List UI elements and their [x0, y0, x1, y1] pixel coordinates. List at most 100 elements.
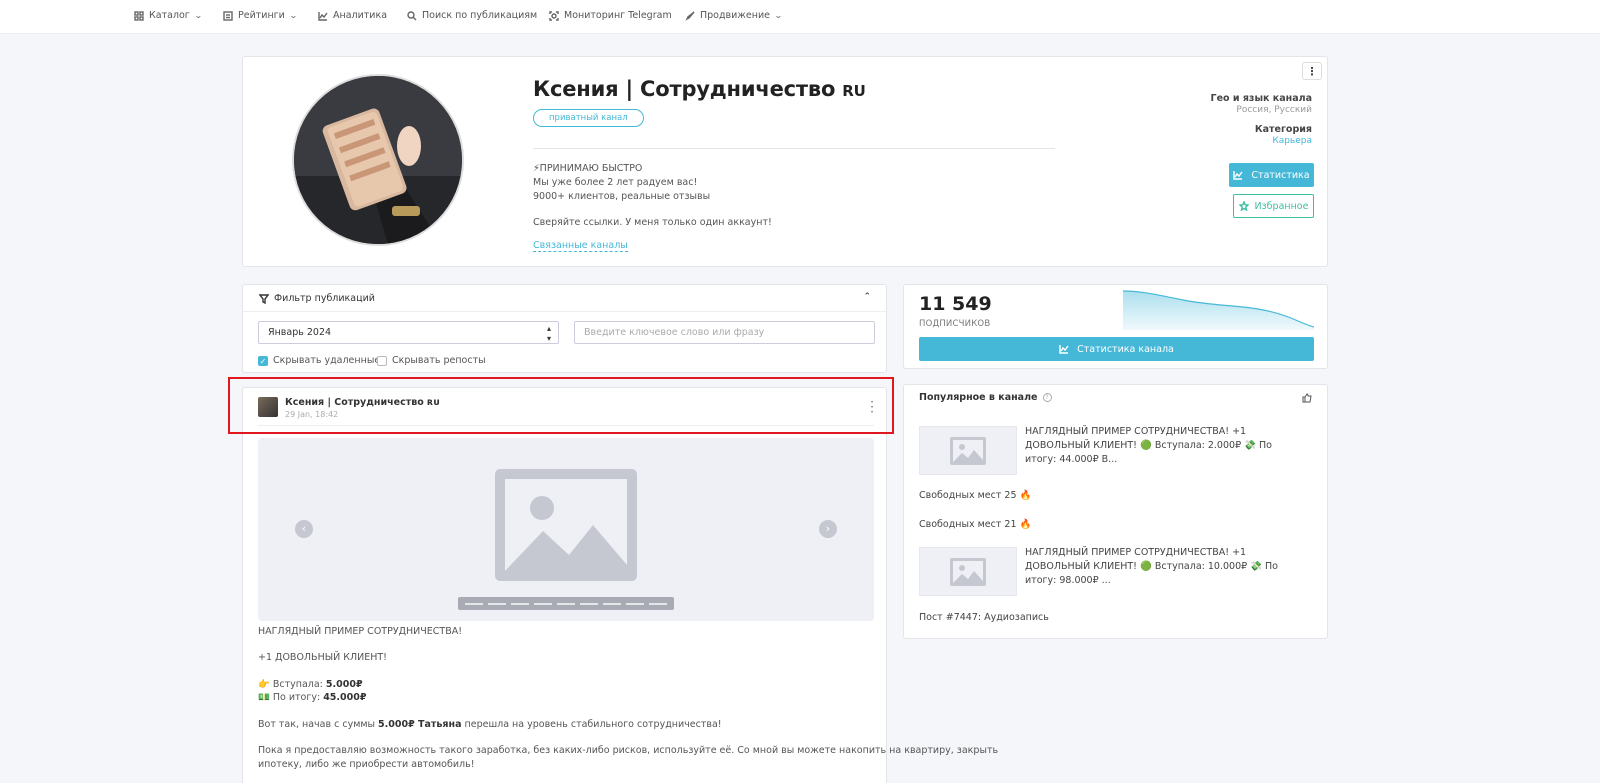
rocket-icon [685, 10, 695, 21]
category-link[interactable]: Карьера [1272, 136, 1312, 146]
gallery-dot[interactable] [556, 602, 575, 605]
popular-item[interactable]: Пост #7447: Аудиозапись [919, 612, 1049, 623]
keyword-input[interactable]: Введите ключевое слово или фразу [574, 321, 875, 344]
month-select-value: Январь 2024 [268, 327, 332, 338]
post-text-line: +1 ДОВОЛЬНЫЙ КЛИЕНТ! [258, 652, 387, 663]
total-label: 💵 По итогу: [258, 692, 324, 703]
story-bold: 5.000₽ Татьяна [378, 719, 462, 730]
entry-value: 5.000₽ [325, 679, 363, 690]
gallery-dot[interactable] [533, 602, 552, 605]
nav-monitoring[interactable]: Мониторинг Telegram [549, 10, 672, 21]
post-card: Ксения | Сотрудничество ʀᴜ 29 Jan, 18:42… [242, 387, 998, 783]
top-navigation: Каталог ⌄ Рейтинги ⌄ Аналитика Поиск по … [0, 0, 1600, 34]
filter-card: Фильтр публикаций ⌃ Январь 2024 ▴ ▾ Введи… [242, 284, 887, 373]
channel-title-text: Ксения | Сотрудничество [533, 77, 836, 101]
grid-icon [134, 10, 144, 21]
description-line: 9000+ клиентов, реальные отзывы [533, 191, 711, 202]
chevron-down-icon: ⌄ [193, 11, 203, 20]
description-line: Мы уже более 2 лет радуем вас! [533, 177, 698, 188]
nav-promotion-label: Продвижение [700, 10, 770, 21]
statistics-button[interactable]: Статистика [1229, 163, 1314, 187]
collapse-icon[interactable]: ⌃ [863, 292, 871, 302]
subscriber-label: ПОДПИСЧИКОВ [919, 319, 991, 329]
geo-label: Гео и язык канала [1210, 93, 1312, 104]
gallery-dot[interactable] [649, 602, 668, 605]
nav-catalog[interactable]: Каталог ⌄ [134, 10, 203, 21]
channel-title: Ксения | Сотрудничество RU [533, 77, 866, 101]
gallery-dot[interactable] [464, 602, 483, 605]
hide-deleted-label: Скрывать удаленные [273, 355, 381, 366]
image-placeholder-icon [950, 557, 986, 586]
post-entry-line: 👉 Вступала: 5.000₽ [258, 679, 363, 690]
post-story-line: Вот так, начав с суммы 5.000₽ Татьяна пе… [258, 719, 722, 730]
channel-card: Ксения | Сотрудничество RU приватный кан… [242, 56, 1328, 267]
popular-item[interactable]: НАГЛЯДНЫЙ ПРИМЕР СОТРУДНИЧЕСТВА! +1 ДОВО… [1025, 425, 1305, 467]
channel-statistics-button[interactable]: Статистика канала [919, 337, 1314, 361]
help-icon[interactable]: ? [1042, 393, 1052, 402]
total-value: 45.000₽ [323, 692, 367, 703]
gallery-prev-button[interactable]: ‹ [295, 520, 313, 538]
divider [533, 148, 1055, 149]
nav-promotion[interactable]: Продвижение ⌄ [685, 10, 783, 21]
popular-title-text: Популярное в канале [919, 392, 1038, 403]
channel-statistics-button-label: Статистика канала [1077, 343, 1174, 355]
checkbox-empty-icon [377, 355, 387, 366]
more-options-button[interactable]: ⋮ [1302, 62, 1322, 80]
chevron-down-icon: ⌄ [773, 11, 783, 20]
chart-icon [1233, 171, 1243, 180]
nav-analytics-label: Аналитика [333, 10, 388, 21]
nav-analytics[interactable]: Аналитика [318, 10, 387, 21]
gallery-indicator [458, 597, 674, 610]
geo-value: Россия, Русский [1236, 105, 1312, 115]
description-line: Сверяйте ссылки. У меня только один акка… [533, 217, 772, 228]
filter-header-label: Фильтр публикаций [274, 293, 375, 304]
select-arrows-icon: ▴ ▾ [546, 324, 551, 343]
subscriber-count: 11 549 [919, 293, 992, 315]
post-media-gallery: ‹ › [258, 438, 874, 621]
chart-icon [1059, 345, 1069, 354]
star-icon [1238, 201, 1249, 211]
gallery-next-button[interactable]: › [819, 520, 837, 538]
post-text-line: НАГЛЯДНЫЙ ПРИМЕР СОТРУДНИЧЕСТВА! [258, 626, 463, 637]
filter-header[interactable]: Фильтр публикаций [259, 293, 375, 304]
nav-ratings[interactable]: Рейтинги ⌄ [223, 10, 298, 21]
nav-search[interactable]: Поиск по публикациям [407, 10, 537, 21]
chevron-left-icon: ‹ [301, 522, 307, 535]
popular-thumbnail[interactable] [919, 426, 1017, 475]
nav-monitoring-label: Мониторинг Telegram [564, 10, 672, 21]
popular-item[interactable]: Свободных мест 25 🔥 [919, 490, 1031, 501]
list-box-icon [223, 10, 233, 21]
thumbs-up-icon[interactable] [1302, 393, 1312, 403]
description-line: ⚡ПРИНИМАЮ БЫСТРО [533, 163, 643, 174]
popular-thumbnail[interactable] [919, 547, 1017, 596]
popular-item[interactable]: НАГЛЯДНЫЙ ПРИМЕР СОТРУДНИЧЕСТВА! +1 ДОВО… [1025, 546, 1305, 588]
gallery-dot[interactable] [603, 602, 622, 605]
gallery-dot[interactable] [580, 602, 599, 605]
monitor-icon [549, 10, 559, 21]
channel-avatar [292, 74, 464, 246]
nav-ratings-label: Рейтинги [238, 10, 285, 21]
entry-label: 👉 Вступала: [258, 679, 326, 690]
chevron-down-icon: ⌄ [288, 11, 298, 20]
popular-card: Популярное в канале ? НАГЛЯДНЫЙ ПРИМЕР С… [903, 384, 1328, 639]
popular-title: Популярное в канале ? [919, 392, 1052, 403]
hide-deleted-checkbox[interactable]: ✓ Скрывать удаленные [258, 355, 380, 366]
gallery-dot[interactable] [487, 602, 506, 605]
related-channels-link[interactable]: Связанные каналы [533, 240, 628, 252]
gallery-dot[interactable] [510, 602, 529, 605]
hide-reposts-checkbox[interactable]: Скрывать репосты [377, 355, 486, 366]
month-select[interactable]: Январь 2024 ▴ ▾ [258, 321, 559, 344]
hide-reposts-label: Скрывать репосты [392, 355, 486, 366]
subscribers-card: 11 549 ПОДПИСЧИКОВ Статистика канала [903, 284, 1328, 369]
popular-item[interactable]: Свободных мест 21 🔥 [919, 519, 1031, 530]
private-badge: приватный канал [533, 109, 644, 127]
gallery-dot[interactable] [626, 602, 645, 605]
filter-icon [259, 293, 269, 304]
post-total-line: 💵 По итогу: 45.000₽ [258, 692, 366, 703]
story-suffix: перешла на уровень стабильного сотруднич… [461, 719, 722, 730]
channel-title-tag: RU [842, 82, 866, 100]
favorite-button[interactable]: Избранное [1233, 194, 1314, 218]
statistics-button-label: Статистика [1251, 169, 1310, 181]
highlight-box [228, 377, 894, 434]
nav-search-label: Поиск по публикациям [422, 10, 538, 21]
